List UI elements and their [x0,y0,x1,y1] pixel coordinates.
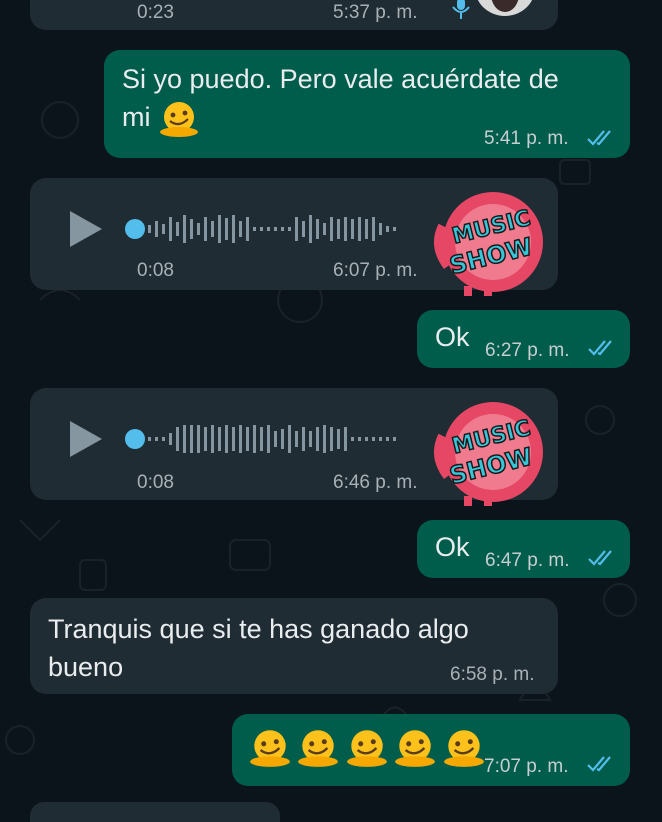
avatar [477,0,533,16]
microphone-icon [452,0,470,19]
message-time: 6:58 p. m. [450,664,535,685]
message-time: 6:47 p. m. [485,550,570,571]
voice-waveform[interactable] [146,209,416,249]
voice-duration: 0:08 [137,260,174,281]
melting-face-emoji [298,730,339,767]
message-text-line: Tranquis que si te has ganado algo [48,614,469,644]
message-time: 6:27 p. m. [485,340,570,361]
melting-face-emoji [250,730,290,767]
message-text-line: bueno [48,652,124,682]
voice-message[interactable]: 0:23 5:37 p. m. [30,0,558,30]
message-time: 7:07 p. m. [484,756,569,777]
voice-message[interactable]: 0:08 6:46 p. m. MUSIC SHOW [30,388,558,506]
playback-position-dot[interactable] [125,429,145,449]
melting-face-emoji [347,730,387,767]
voice-duration: 0:08 [137,472,174,493]
outgoing-message[interactable]: 7:07 p. m. [232,714,630,786]
play-icon[interactable] [68,419,104,459]
double-check-icon [588,550,612,566]
melting-face-emoji [443,730,484,767]
melting-face-emoji [395,730,436,767]
outgoing-message[interactable]: Ok 6:27 p. m. [417,310,630,368]
message-time: 5:41 p. m. [484,128,569,149]
emoji-row [248,728,486,768]
incoming-message[interactable]: Tranquis que si te has ganado algo bueno… [30,598,558,694]
outgoing-message[interactable]: Ok 6:47 p. m. [417,520,630,578]
music-show-avatar: MUSIC SHOW [434,402,543,506]
playback-position-dot[interactable] [125,219,145,239]
message-text-line: Si yo puedo. Pero vale acuérdate de [122,64,559,94]
message-text: Tranquis que si te has ganado algo bueno [48,610,469,686]
message-text: Ok [435,532,470,562]
message-time: 6:46 p. m. [333,472,418,493]
double-check-icon [587,756,611,772]
voice-message[interactable]: 0:08 6:07 p. m. MUSIC SHOW [30,178,558,296]
message-time: 5:37 p. m. [333,2,418,23]
message-text-line: mi [122,102,151,132]
voice-waveform[interactable] [146,419,416,459]
melting-face-emoji [160,101,199,137]
message-text: Si yo puedo. Pero vale acuérdate de mi [122,60,559,137]
next-message-partial [30,802,280,822]
double-check-icon [587,130,611,146]
music-show-avatar: MUSIC SHOW [434,192,543,296]
outgoing-message[interactable]: Si yo puedo. Pero vale acuérdate de mi 5… [104,50,630,158]
double-check-icon [588,340,612,356]
voice-duration: 0:23 [137,2,174,23]
message-text: Ok [435,322,470,352]
play-icon[interactable] [68,209,104,249]
message-time: 6:07 p. m. [333,260,418,281]
